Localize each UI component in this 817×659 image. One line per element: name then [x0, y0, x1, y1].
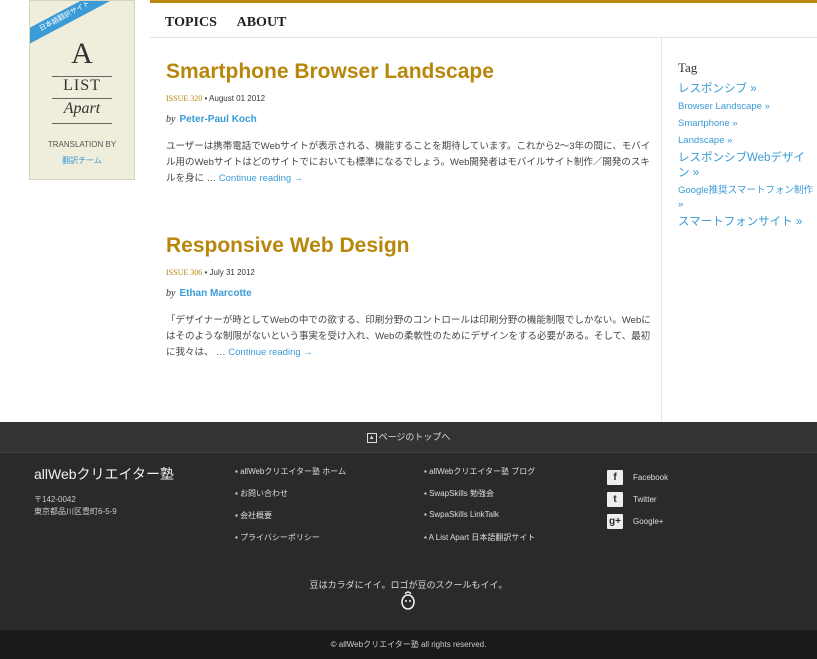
footer-brand: allWebクリエイター塾: [34, 466, 174, 482]
article-title-link[interactable]: Responsive Web Design: [166, 234, 654, 258]
postal-code: 〒142-0042: [34, 495, 76, 504]
google-plus-link[interactable]: g+ Google+: [607, 510, 668, 532]
article-date: • July 31 2012: [204, 268, 255, 277]
copyright-text: © allWebクリエイター塾 all rights reserved.: [330, 640, 487, 649]
up-arrow-icon: ▲: [366, 432, 377, 443]
facebook-link[interactable]: f Facebook: [607, 466, 668, 488]
footer-link[interactable]: allWebクリエイター塾 ブログ: [424, 466, 535, 488]
footer-address: 〒142-0042 東京都品川区豊町6-5-9: [34, 494, 117, 518]
footer-link[interactable]: SwpaSkills LinkTalk: [424, 510, 535, 532]
tag-link[interactable]: Browser Landscape »: [678, 100, 814, 114]
footer-link[interactable]: 会社概要: [235, 510, 346, 532]
author-link[interactable]: Peter-Paul Koch: [179, 114, 256, 125]
footer-links-column-1: allWebクリエイター塾 ホーム お問い合わせ 会社概要 プライバシーポリシー: [235, 466, 346, 554]
article-item: Smartphone Browser Landscape ISSUE 320 •…: [166, 60, 654, 187]
by-label: by: [166, 114, 176, 125]
tag-link[interactable]: スマートフォンサイト »: [678, 215, 814, 230]
social-links: f Facebook t Twitter g+ Google+: [607, 466, 668, 532]
article-item: Responsive Web Design ISSUE 306 • July 3…: [166, 234, 654, 361]
by-label: by: [166, 288, 176, 299]
social-label: Twitter: [633, 494, 657, 504]
back-to-top-label: ページのトップへ: [378, 432, 451, 442]
logo-letter-a: A: [71, 37, 93, 70]
translation-team-link[interactable]: 翻訳チーム: [30, 155, 134, 166]
logo-rule-bottom: [52, 123, 112, 124]
tag-link[interactable]: レスポンシブ »: [678, 82, 814, 97]
bean-mascot-icon: [401, 591, 415, 610]
footer-link[interactable]: プライバシーポリシー: [235, 532, 346, 554]
facebook-icon: f: [607, 469, 623, 485]
nav-about-link[interactable]: ABOUT: [237, 15, 287, 30]
issue-link[interactable]: ISSUE 306: [166, 268, 202, 277]
article-excerpt: 「デザイナーが時としてWebの中での欲する、印刷分野のコントロールは印刷分野の機…: [166, 313, 654, 361]
article-byline: by Peter-Paul Koch: [166, 114, 654, 125]
footer-link[interactable]: SwapSkills 勉強会: [424, 488, 535, 510]
copyright-bar: © allWebクリエイター塾 all rights reserved.: [0, 630, 817, 659]
tag-link[interactable]: レスポンシブWebデザイン »: [678, 151, 814, 181]
social-label: Facebook: [633, 472, 669, 482]
google-plus-icon: g+: [607, 513, 623, 529]
translation-by-label: TRANSLATION BY: [47, 140, 117, 149]
tag-link[interactable]: Landscape »: [678, 134, 814, 148]
tag-link[interactable]: Google推奨スマートフォン制作 »: [678, 184, 814, 212]
continue-reading-link[interactable]: Continue reading →: [228, 347, 313, 358]
twitter-link[interactable]: t Twitter: [607, 488, 668, 510]
main-nav: TOPICS ABOUT: [165, 15, 303, 31]
nav-topics-link[interactable]: TOPICS: [165, 15, 217, 30]
article-date: • August 01 2012: [204, 94, 266, 103]
site-logo[interactable]: 日本語翻訳サイト A LIST Apart TRANSLATION BY 翻訳チ…: [29, 0, 135, 180]
tag-link[interactable]: Smartphone »: [678, 117, 814, 131]
street-address: 東京都品川区豊町6-5-9: [34, 507, 117, 516]
logo-word-list: LIST: [63, 77, 101, 94]
logo-word-apart: Apart: [63, 100, 101, 117]
footer-links-column-2: allWebクリエイター塾 ブログ SwapSkills 勉強会 SwpaSki…: [424, 466, 536, 554]
continue-reading-link[interactable]: Continue reading →: [219, 173, 304, 184]
author-link[interactable]: Ethan Marcotte: [179, 288, 251, 299]
article-byline: by Ethan Marcotte: [166, 288, 654, 299]
twitter-icon: t: [607, 491, 623, 507]
article-meta: ISSUE 320 • August 01 2012: [166, 94, 654, 103]
tag-list: レスポンシブ » Browser Landscape » Smartphone …: [678, 82, 814, 233]
article-excerpt: ユーザーは携帯電話でWebサイトが表示される、機能することを期待しています。これ…: [166, 139, 654, 187]
footer-link[interactable]: A List Apart 日本語翻訳サイト: [424, 532, 536, 554]
back-to-top-link[interactable]: ▲ ページのトップへ: [0, 422, 817, 453]
top-accent-rule: [150, 0, 817, 3]
site-footer: ▲ ページのトップへ allWebクリエイター塾 〒142-0042 東京都品川区…: [0, 422, 817, 630]
logo-rule-middle: [52, 98, 112, 99]
issue-link[interactable]: ISSUE 320: [166, 94, 202, 103]
article-title-link[interactable]: Smartphone Browser Landscape: [166, 60, 654, 84]
social-label: Google+: [633, 516, 664, 526]
article-meta: ISSUE 306 • July 31 2012: [166, 268, 654, 277]
sidebar: Tag レスポンシブ » Browser Landscape » Smartph…: [661, 38, 817, 422]
tag-heading: Tag: [678, 60, 698, 75]
footer-link[interactable]: お問い合わせ: [235, 488, 346, 510]
footer-link[interactable]: allWebクリエイター塾 ホーム: [235, 466, 346, 488]
